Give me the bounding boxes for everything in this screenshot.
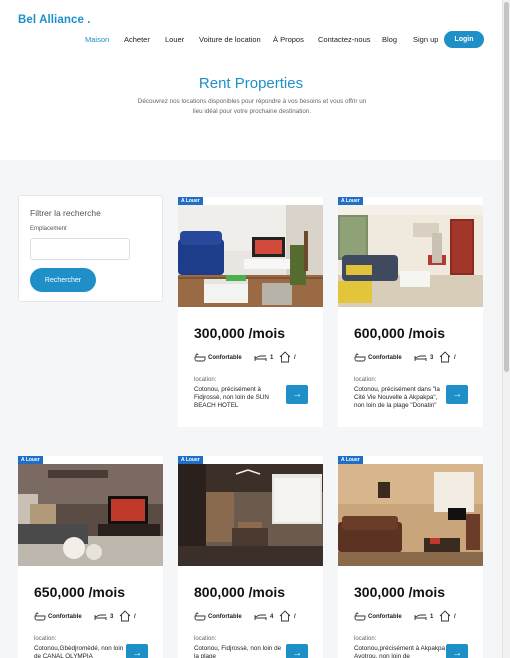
search-button[interactable]: Rechercher bbox=[30, 268, 96, 292]
listing-location: Cotonou,Gbèdjromèdé, non loin de CANAL O… bbox=[34, 645, 124, 658]
nav-item-maison[interactable]: Maison bbox=[85, 35, 109, 44]
bed-icon bbox=[414, 355, 427, 361]
site-header: Bel Alliance . Maison Acheter Louer Voit… bbox=[0, 0, 502, 60]
listing-price: 650,000 /mois bbox=[34, 584, 126, 600]
status-badge: A Louer bbox=[178, 197, 203, 205]
comfort-label: Confortable bbox=[368, 355, 402, 361]
arrow-right-icon: → bbox=[452, 648, 462, 658]
listing-features: Confortable 4 / bbox=[194, 610, 319, 625]
nav-item-acheter[interactable]: Acheter bbox=[124, 35, 150, 44]
brand-logo[interactable]: Bel Alliance . bbox=[18, 14, 91, 26]
status-badge: A Louer bbox=[338, 197, 363, 205]
view-listing-button[interactable]: → bbox=[126, 644, 148, 658]
bathtub-icon bbox=[354, 353, 366, 362]
bed-icon bbox=[254, 355, 267, 361]
area-value: / bbox=[294, 614, 296, 620]
arrow-right-icon: → bbox=[452, 389, 462, 400]
scrollbar-thumb[interactable] bbox=[504, 2, 509, 372]
listing-card[interactable]: A Louer 600,000 /mois Confortable 3 / lo… bbox=[338, 197, 483, 427]
view-listing-button[interactable]: → bbox=[286, 385, 308, 404]
listing-location: Cotonou, précisément dans "la Cité Vie N… bbox=[354, 386, 440, 410]
area-value: / bbox=[454, 355, 456, 361]
house-icon bbox=[439, 351, 451, 363]
bathtub-icon bbox=[194, 353, 206, 362]
nav-item-blog[interactable]: Blog bbox=[382, 35, 397, 44]
listing-features: Confortable 1 / bbox=[354, 610, 479, 625]
listing-photo[interactable] bbox=[178, 205, 323, 307]
location-label: Emplacement bbox=[30, 226, 67, 232]
area-value: / bbox=[294, 355, 296, 361]
listing-features: Confortable 3 / bbox=[34, 610, 159, 625]
page-scrollbar[interactable] bbox=[502, 0, 510, 658]
listing-features: Confortable 1 / bbox=[194, 351, 319, 366]
area-value: / bbox=[134, 614, 136, 620]
listing-location: Cotonou, Fidjrossè, non loin de la plage bbox=[194, 645, 282, 658]
listing-card[interactable]: A Louer 300,000 /mois Confortable 1 / lo… bbox=[178, 197, 323, 427]
filter-panel: Filtrer la recherche Emplacement Recherc… bbox=[18, 195, 163, 302]
arrow-right-icon: → bbox=[292, 648, 302, 658]
page-subtitle: Découvrez nos locations disponibles pour… bbox=[137, 98, 367, 115]
nav-item-contact[interactable]: Contactez-nous bbox=[318, 35, 371, 44]
listing-price: 800,000 /mois bbox=[194, 584, 286, 600]
location-caption: location: bbox=[354, 377, 377, 383]
bed-count: 1 bbox=[270, 355, 274, 361]
area-value: / bbox=[454, 614, 456, 620]
view-listing-button[interactable]: → bbox=[446, 385, 468, 404]
listing-location: Cotonou, précisément à Fidjrossè, non lo… bbox=[194, 386, 269, 410]
listing-card[interactable]: A Louer 300,000 /mois Confortable 1 / lo… bbox=[338, 456, 483, 658]
listing-price: 300,000 /mois bbox=[194, 325, 286, 341]
view-listing-button[interactable]: → bbox=[286, 644, 308, 658]
status-badge: A Louer bbox=[178, 456, 203, 464]
arrow-right-icon: → bbox=[292, 389, 302, 400]
listings-section: Filtrer la recherche Emplacement Recherc… bbox=[0, 160, 502, 658]
location-caption: location: bbox=[194, 377, 217, 383]
bed-count: 4 bbox=[270, 614, 274, 620]
nav-item-a-propos[interactable]: À Propos bbox=[273, 35, 304, 44]
login-button[interactable]: Login bbox=[444, 31, 484, 48]
location-input[interactable] bbox=[30, 238, 130, 260]
main-nav: Maison Acheter Louer Voiture de location… bbox=[0, 31, 502, 49]
bathtub-icon bbox=[354, 612, 366, 621]
listing-price: 300,000 /mois bbox=[354, 584, 446, 600]
bed-count: 3 bbox=[430, 355, 434, 361]
bathtub-icon bbox=[34, 612, 46, 621]
location-caption: location: bbox=[354, 636, 377, 642]
house-icon bbox=[279, 351, 291, 363]
comfort-label: Confortable bbox=[48, 614, 82, 620]
bed-icon bbox=[414, 614, 427, 620]
location-caption: location: bbox=[194, 636, 217, 642]
listing-features: Confortable 3 / bbox=[354, 351, 479, 366]
nav-item-signup[interactable]: Sign up bbox=[413, 35, 438, 44]
listing-location: Cotonou,précisément à Akpakpa Avotrou, n… bbox=[354, 645, 446, 658]
listing-card[interactable]: A Louer 650,000 /mois Confortable 3 / lo… bbox=[18, 456, 163, 658]
bed-count: 3 bbox=[110, 614, 114, 620]
hero-section: Rent Properties Découvrez nos locations … bbox=[0, 60, 502, 160]
house-icon bbox=[279, 610, 291, 622]
comfort-label: Confortable bbox=[208, 614, 242, 620]
listing-photo[interactable] bbox=[338, 205, 483, 307]
listing-photo[interactable] bbox=[18, 464, 163, 566]
listing-card[interactable]: A Louer 800,000 /mois Confortable 4 / lo… bbox=[178, 456, 323, 658]
nav-item-louer[interactable]: Louer bbox=[165, 35, 184, 44]
bed-count: 1 bbox=[430, 614, 434, 620]
status-badge: A Louer bbox=[18, 456, 43, 464]
nav-item-voiture[interactable]: Voiture de location bbox=[199, 35, 261, 44]
view-listing-button[interactable]: → bbox=[446, 644, 468, 658]
page-title: Rent Properties bbox=[198, 75, 304, 92]
comfort-label: Confortable bbox=[368, 614, 402, 620]
listing-photo[interactable] bbox=[178, 464, 323, 566]
filter-title: Filtrer la recherche bbox=[30, 208, 101, 218]
house-icon bbox=[439, 610, 451, 622]
bathtub-icon bbox=[194, 612, 206, 621]
bed-icon bbox=[94, 614, 107, 620]
house-icon bbox=[119, 610, 131, 622]
location-caption: location: bbox=[34, 636, 57, 642]
listing-price: 600,000 /mois bbox=[354, 325, 446, 341]
status-badge: A Louer bbox=[338, 456, 363, 464]
arrow-right-icon: → bbox=[132, 648, 142, 658]
listing-photo[interactable] bbox=[338, 464, 483, 566]
comfort-label: Confortable bbox=[208, 355, 242, 361]
bed-icon bbox=[254, 614, 267, 620]
